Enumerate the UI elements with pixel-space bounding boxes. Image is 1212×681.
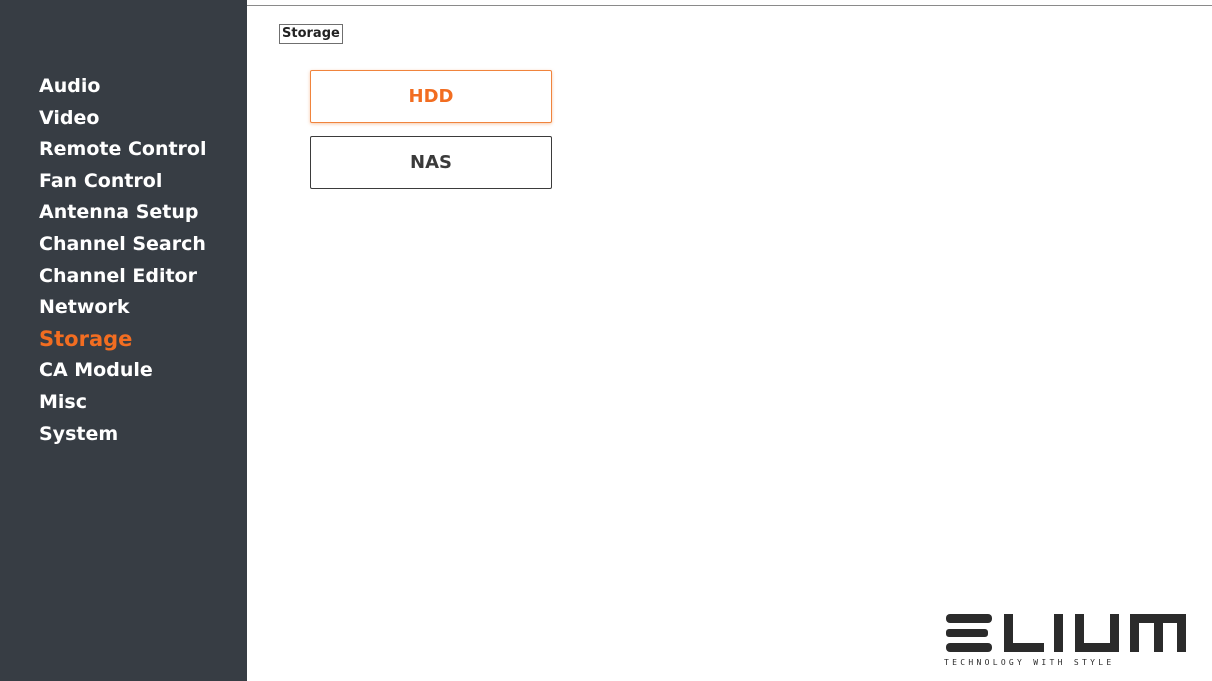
settings-app: Audio Video Remote Control Fan Control A…	[0, 0, 1212, 681]
sidebar-item-storage[interactable]: Storage	[39, 324, 207, 356]
nas-button[interactable]: NAS	[310, 136, 552, 189]
sidebar-item-channel-search[interactable]: Channel Search	[39, 229, 207, 261]
sidebar-item-system[interactable]: System	[39, 419, 207, 451]
logo-tagline: TECHNOLOGY WITH STYLE	[944, 658, 1115, 667]
sidebar: Audio Video Remote Control Fan Control A…	[0, 0, 247, 681]
sidebar-item-antenna-setup[interactable]: Antenna Setup	[39, 197, 207, 229]
sidebar-item-video[interactable]: Video	[39, 103, 207, 135]
sidebar-item-fan-control[interactable]: Fan Control	[39, 166, 207, 198]
top-divider	[247, 5, 1212, 6]
sidebar-menu: Audio Video Remote Control Fan Control A…	[39, 71, 207, 450]
sidebar-item-ca-module[interactable]: CA Module	[39, 355, 207, 387]
elium-wordmark-icon	[946, 614, 1186, 652]
sidebar-item-network[interactable]: Network	[39, 292, 207, 324]
hdd-button[interactable]: HDD	[310, 70, 552, 123]
sidebar-item-channel-editor[interactable]: Channel Editor	[39, 261, 207, 293]
breadcrumb: Storage	[279, 24, 343, 44]
sidebar-item-misc[interactable]: Misc	[39, 387, 207, 419]
sidebar-item-audio[interactable]: Audio	[39, 71, 207, 103]
sidebar-item-remote-control[interactable]: Remote Control	[39, 134, 207, 166]
